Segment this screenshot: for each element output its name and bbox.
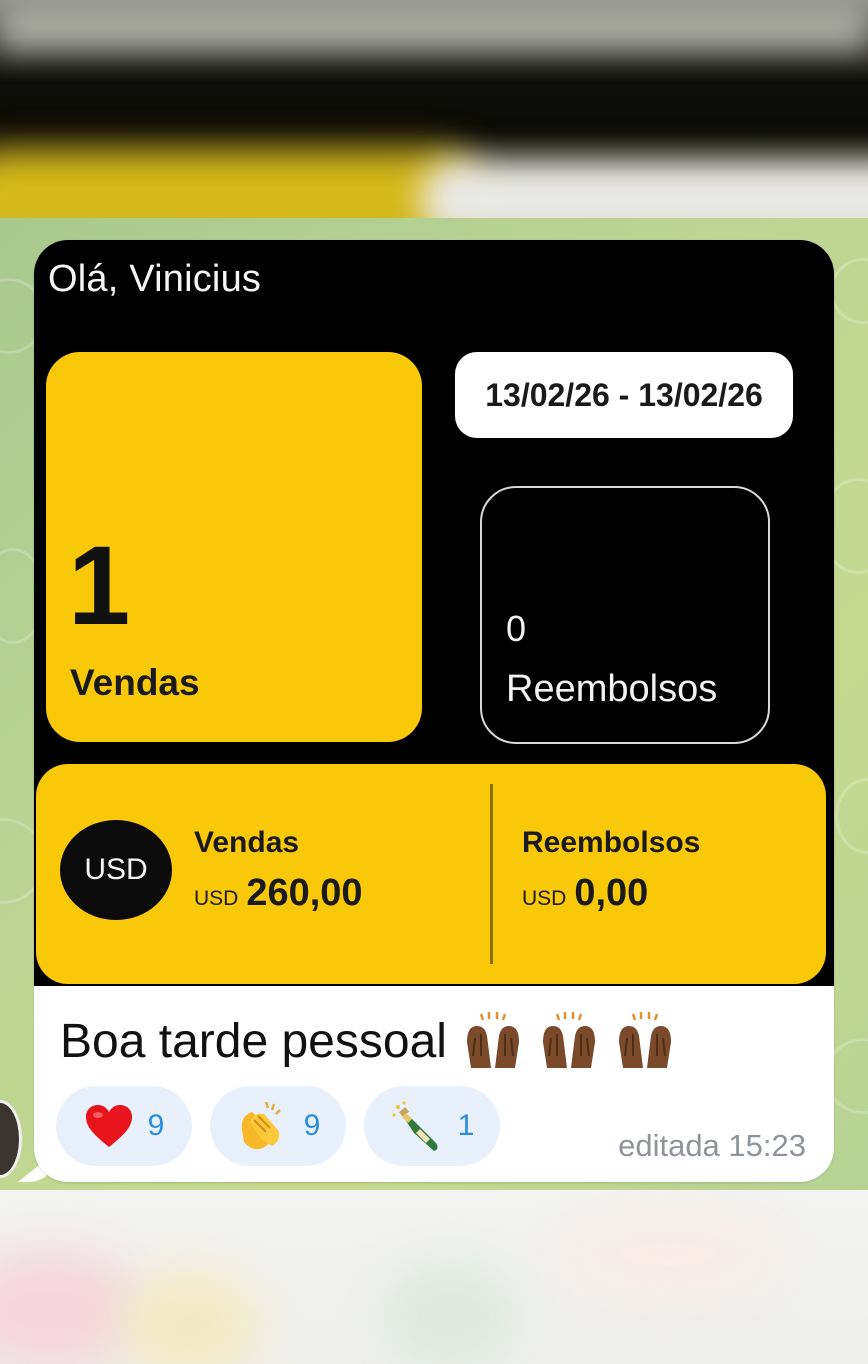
summary-sales-title: Vendas <box>194 826 300 859</box>
heart-icon <box>85 1105 132 1147</box>
sales-card: 1 Vendas <box>46 352 422 742</box>
sales-label: Vendas <box>70 662 200 703</box>
reaction-clap-count: 9 <box>303 1109 321 1142</box>
refunds-label: Reembolsos <box>506 668 718 710</box>
raising-hands-icon <box>615 1012 675 1070</box>
reaction-champagne[interactable]: 1 <box>364 1086 500 1166</box>
blurred-next-content <box>0 1190 868 1364</box>
raising-hands-icon <box>539 1012 599 1070</box>
sales-count: 1 <box>68 523 131 648</box>
greeting-text: Olá, Vinicius <box>48 258 262 300</box>
message-bubble[interactable]: Olá, Vinicius 1 Vendas 13/02/26 - 13/02/… <box>34 240 834 1182</box>
summary-sales-value: USD 260,00 <box>194 872 363 915</box>
reaction-heart-count: 9 <box>147 1109 165 1142</box>
summary-divider <box>490 784 493 964</box>
summary-refunds-title: Reembolsos <box>522 826 701 859</box>
date-range-pill: 13/02/26 - 13/02/26 <box>455 352 793 438</box>
summary-card: USD Vendas USD 260,00 Reembolsos USD 0,0… <box>36 764 826 984</box>
message-text: Boa tarde pessoal <box>60 1014 447 1068</box>
message-image[interactable]: Olá, Vinicius 1 Vendas 13/02/26 - 13/02/… <box>34 240 834 986</box>
refunds-count: 0 <box>506 608 527 649</box>
summary-sales-currency: USD <box>194 887 239 910</box>
summary-refunds-currency: USD <box>522 887 567 910</box>
reaction-champagne-count: 1 <box>457 1109 475 1142</box>
raising-hands-icon <box>463 1012 523 1070</box>
summary-refunds-value: USD 0,00 <box>522 872 648 915</box>
champagne-bottle-icon <box>392 1101 438 1151</box>
clapping-hands-icon <box>241 1101 281 1150</box>
reaction-clap[interactable]: 9 <box>210 1086 346 1166</box>
summary-refunds-amount: 0,00 <box>574 872 649 914</box>
reactions-bar: 9 9 1 <box>56 1086 500 1166</box>
message-caption: Boa tarde pessoal <box>60 1012 675 1070</box>
currency-badge: USD <box>60 820 172 920</box>
blurred-previous-content <box>0 0 868 218</box>
edited-timestamp: editada 15:23 <box>618 1128 806 1163</box>
refunds-card: 0 Reembolsos <box>480 486 770 744</box>
summary-sales-amount: 260,00 <box>246 872 363 914</box>
reaction-heart[interactable]: 9 <box>56 1086 192 1166</box>
